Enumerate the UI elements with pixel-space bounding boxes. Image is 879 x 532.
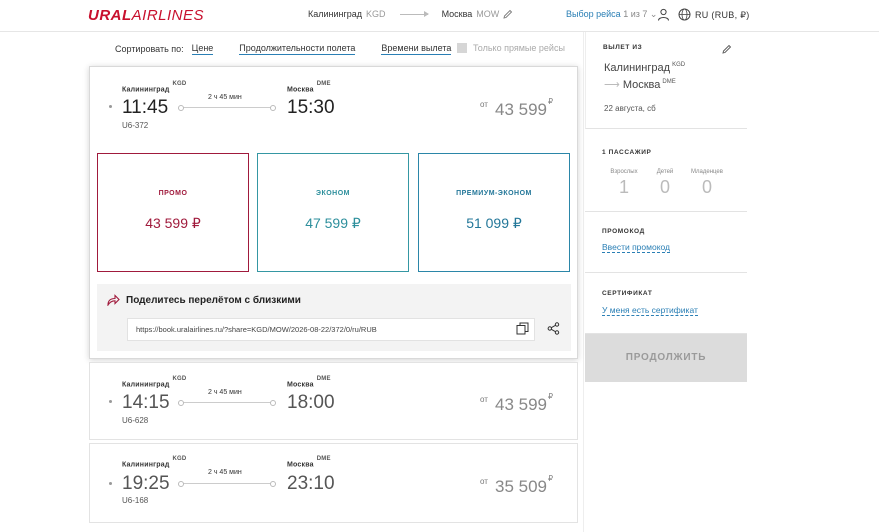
passengers-label: 1 ПАССАЖИР xyxy=(602,149,652,156)
sidebar-date: 22 августа, сб xyxy=(604,104,656,113)
departure-time: 19:25 xyxy=(122,473,170,494)
bullet-icon xyxy=(109,400,112,403)
bullet-icon xyxy=(109,105,112,108)
column-divider xyxy=(583,32,584,532)
children-value: 0 xyxy=(659,177,670,197)
certificate-section: СЕРТИФИКАТ У меня есть сертификат xyxy=(585,273,747,334)
share-arrow-icon xyxy=(107,294,120,306)
duration-line xyxy=(178,400,276,406)
sidebar-from-city: Калининград KGD xyxy=(604,62,686,74)
flight-select-dropdown[interactable]: Выбор рейса 1 из 7 ⌄ xyxy=(566,9,657,20)
fare-economy[interactable]: ЭКОНОМ 47 599 ₽ xyxy=(257,153,409,272)
sort-by-departure[interactable]: Времени вылета xyxy=(381,43,452,55)
promo-label: ПРОМОКОД xyxy=(602,228,645,235)
price-from-label: от xyxy=(480,100,488,109)
infants-value: 0 xyxy=(701,177,712,197)
departure-time: 11:45 xyxy=(122,97,169,118)
children-counter[interactable]: Детей 0 xyxy=(645,169,685,198)
language-currency-selector[interactable]: RU (RUB, ₽) xyxy=(695,10,750,21)
flight-number: U6-372 xyxy=(122,121,149,130)
departure-label: ВЫЛЕТ ИЗ xyxy=(603,44,643,51)
sort-bar: Сортировать по: Цене Продолжительности п… xyxy=(115,43,469,55)
adults-label: Взрослых xyxy=(610,169,638,175)
continue-button[interactable]: ПРОДОЛЖИТЬ xyxy=(585,334,747,382)
certificate-link[interactable]: У меня есть сертификат xyxy=(602,305,698,316)
flight-number: U6-628 xyxy=(122,416,149,425)
enter-promo-link[interactable]: Ввести промокод xyxy=(602,242,671,253)
share-panel: Поделитесь перелётом с близкими https://… xyxy=(97,284,571,351)
flight-select-label: Выбор рейса xyxy=(566,9,621,19)
infants-label: Младенцев xyxy=(691,169,723,175)
fare-promo[interactable]: ПРОМО 43 599 ₽ xyxy=(97,153,249,272)
promo-section: ПРОМОКОД Ввести промокод xyxy=(585,212,747,273)
edit-pencil-icon[interactable] xyxy=(722,44,732,54)
share-link-field[interactable]: https://book.uralairlines.ru/?share=KGD/… xyxy=(127,318,535,341)
min-price: 43 599₽ xyxy=(495,392,554,414)
flight-to-city: МоскваDME xyxy=(287,81,331,94)
sort-label: Сортировать по: xyxy=(115,44,184,54)
arrival-time: 18:00 xyxy=(287,392,335,413)
infants-counter[interactable]: Младенцев 0 xyxy=(687,169,727,198)
passengers-section: 1 ПАССАЖИР Взрослых 1 Детей 0 Младенцев … xyxy=(585,129,747,212)
copy-icon[interactable] xyxy=(516,322,529,335)
sort-by-price[interactable]: Цене xyxy=(191,43,214,55)
flight-card[interactable]: КалининградKGD 14:15 U6-628 2 ч 45 мин М… xyxy=(89,362,578,440)
adults-counter[interactable]: Взрослых 1 xyxy=(604,169,644,198)
duration-line xyxy=(178,481,276,487)
header-to-code: MOW xyxy=(476,9,500,19)
price-from-label: от xyxy=(480,477,488,486)
checkbox-icon xyxy=(457,43,467,53)
flight-to-city: МоскваDME xyxy=(287,456,331,469)
fare-price: 47 599 ₽ xyxy=(305,215,361,231)
flight-from-city: КалининградKGD xyxy=(122,376,187,389)
share-title: Поделитесь перелётом с близкими xyxy=(126,295,301,306)
share-network-icon[interactable] xyxy=(547,322,560,335)
flight-duration: 2 ч 45 мин xyxy=(208,389,242,396)
fare-name: ПРЕМИУМ-ЭКОНОМ xyxy=(456,190,532,197)
sort-by-duration[interactable]: Продолжительности полета xyxy=(239,43,356,55)
fare-name: ПРОМО xyxy=(158,190,188,197)
ural-airlines-logo[interactable]: URALAIRLINES xyxy=(88,7,204,24)
children-label: Детей xyxy=(656,169,674,175)
sidebar-to-city: ⟶ Москва DME xyxy=(604,79,676,91)
departure-time: 14:15 xyxy=(122,392,170,413)
fare-premium-economy[interactable]: ПРЕМИУМ-ЭКОНОМ 51 099 ₽ xyxy=(418,153,570,272)
direct-only-label: Только прямые рейсы xyxy=(473,43,565,53)
header-route[interactable]: Калининград KGD Москва MOW xyxy=(308,9,513,19)
route-arrow-icon xyxy=(399,10,429,17)
flight-from-city: КалининградKGD xyxy=(122,456,187,469)
flight-card-selected[interactable]: КалининградKGD 11:45 U6-372 2 ч 45 мин М… xyxy=(89,66,578,359)
duration-line xyxy=(178,105,276,111)
header-from-code: KGD xyxy=(366,9,386,19)
header-to-city: Москва xyxy=(441,9,473,19)
flight-duration: 2 ч 45 мин xyxy=(208,94,242,101)
flight-to-city: МоскваDME xyxy=(287,376,331,389)
flight-duration: 2 ч 45 мин xyxy=(208,469,242,476)
bullet-icon xyxy=(109,482,112,485)
top-header: URALAIRLINES Калининград KGD Москва MOW … xyxy=(0,0,879,32)
header-from-city: Калининград xyxy=(308,9,363,19)
globe-icon[interactable] xyxy=(678,8,691,21)
edit-route-icon[interactable] xyxy=(503,9,513,19)
departure-section: ВЫЛЕТ ИЗ Калининград KGD ⟶ Москва DME 22 а… xyxy=(585,32,747,129)
direct-only-checkbox[interactable]: Только прямые рейсы xyxy=(457,43,565,53)
certificate-label: СЕРТИФИКАТ xyxy=(602,290,653,297)
flight-from-city: КалининградKGD xyxy=(122,81,187,94)
min-price: 43 599₽ xyxy=(495,97,554,119)
min-price: 35 509₽ xyxy=(495,474,554,496)
fare-price: 51 099 ₽ xyxy=(466,215,522,231)
fare-price: 43 599 ₽ xyxy=(145,215,201,231)
arrival-time: 23:10 xyxy=(287,473,335,494)
flight-select-count: 1 из 7 xyxy=(623,9,648,19)
arrival-time: 15:30 xyxy=(287,97,335,118)
user-icon[interactable] xyxy=(657,8,670,21)
flight-card[interactable]: КалининградKGD 19:25 U6-168 2 ч 45 мин М… xyxy=(89,443,578,523)
fare-name: ЭКОНОМ xyxy=(315,190,351,197)
flight-number: U6-168 xyxy=(122,496,149,505)
adults-value: 1 xyxy=(618,177,629,197)
price-from-label: от xyxy=(480,395,488,404)
